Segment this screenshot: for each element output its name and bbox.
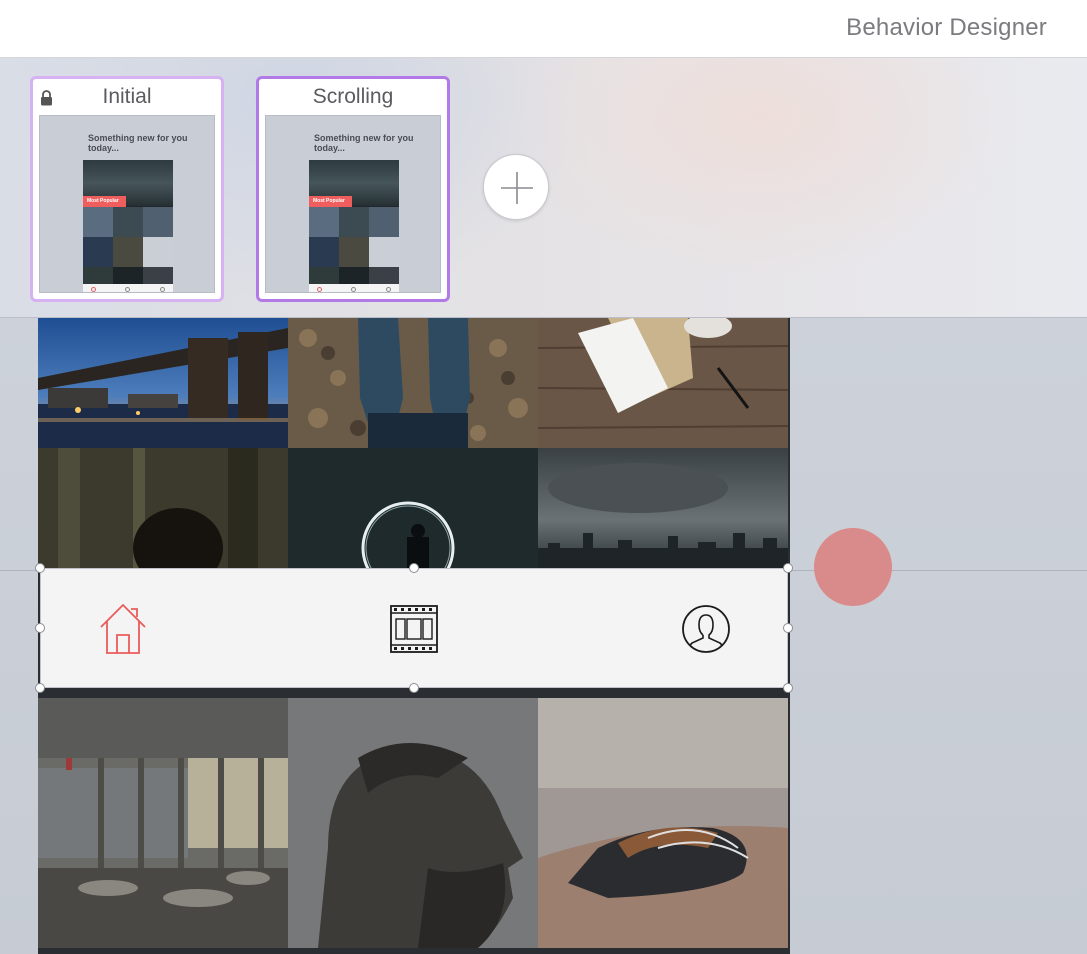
- photo-desk-with-paper[interactable]: [538, 318, 788, 448]
- resize-handle-top-left[interactable]: [35, 563, 45, 573]
- thumbnail-cell: [369, 237, 399, 267]
- resize-handle-bottom-left[interactable]: [35, 683, 45, 693]
- profile-icon: [682, 605, 730, 653]
- thumbnail-badge: Most Popular: [83, 196, 126, 207]
- design-canvas[interactable]: [0, 318, 1087, 954]
- state-thumbnail-initial: Something new for you today... Most Popu…: [39, 115, 215, 293]
- thumbnail-cell: [309, 237, 339, 267]
- thumbnail-cell: [83, 207, 113, 237]
- tab-film[interactable]: [384, 599, 444, 659]
- thumbnail-headline: Something new for you today...: [88, 133, 188, 153]
- resize-handle-left[interactable]: [35, 623, 45, 633]
- thumbnail-phone: Most Popular: [83, 160, 173, 292]
- thumbnail-cell: [113, 207, 143, 237]
- thumbnail-badge: Most Popular: [309, 196, 352, 207]
- photo-forest-portrait[interactable]: [38, 448, 288, 568]
- thumbnail-cell: [143, 237, 173, 267]
- tab-home[interactable]: [93, 599, 153, 659]
- thumbnail-cell: [113, 237, 143, 267]
- states-strip: Initial Something new for you today... M…: [0, 58, 1087, 318]
- state-thumbnail-scrolling: Something new for you today... Most Popu…: [265, 115, 441, 293]
- plus-icon: [501, 172, 533, 204]
- thumbnail-cell: [339, 207, 369, 237]
- thumbnail-headline: Something new for you today...: [314, 133, 414, 153]
- film-icon: [390, 605, 438, 653]
- resize-handle-bottom[interactable]: [409, 683, 419, 693]
- app-header: Behavior Designer: [0, 0, 1087, 58]
- state-label-initial: Initial: [102, 85, 152, 108]
- resize-handle-top-right[interactable]: [783, 563, 793, 573]
- state-card-initial[interactable]: Initial Something new for you today... M…: [30, 76, 224, 302]
- photo-climbing-shoe[interactable]: [538, 698, 788, 948]
- photo-boots-on-leaves[interactable]: [288, 318, 538, 448]
- thumbnail-tabbar: [83, 284, 173, 292]
- home-icon: [100, 604, 146, 654]
- photo-bridge-at-night[interactable]: [38, 318, 288, 448]
- app-title: Behavior Designer: [846, 14, 1047, 41]
- thumbnail-cell: [369, 207, 399, 237]
- resize-handle-top[interactable]: [409, 563, 419, 573]
- thumbnail-phone: Most Popular: [309, 160, 399, 292]
- photo-light-circle[interactable]: [288, 448, 538, 568]
- thumbnail-cell: [309, 207, 339, 237]
- photo-restaurant-interior[interactable]: [38, 698, 288, 948]
- photo-bearded-man-profile[interactable]: [288, 698, 538, 948]
- resize-handle-right[interactable]: [783, 623, 793, 633]
- thumbnail-cell: [83, 237, 113, 267]
- photo-city-skyline[interactable]: [538, 448, 788, 568]
- state-card-scrolling[interactable]: Scrolling Something new for you today...…: [256, 76, 450, 302]
- thumbnail-cell: [339, 237, 369, 267]
- record-behavior-button[interactable]: [814, 528, 892, 606]
- resize-handle-bottom-right[interactable]: [783, 683, 793, 693]
- state-label-scrolling: Scrolling: [312, 85, 394, 108]
- tab-bar[interactable]: [40, 568, 788, 688]
- tab-profile[interactable]: [676, 599, 736, 659]
- add-state-button[interactable]: [483, 154, 549, 220]
- thumbnail-tabbar: [309, 284, 399, 292]
- thumbnail-cell: [143, 207, 173, 237]
